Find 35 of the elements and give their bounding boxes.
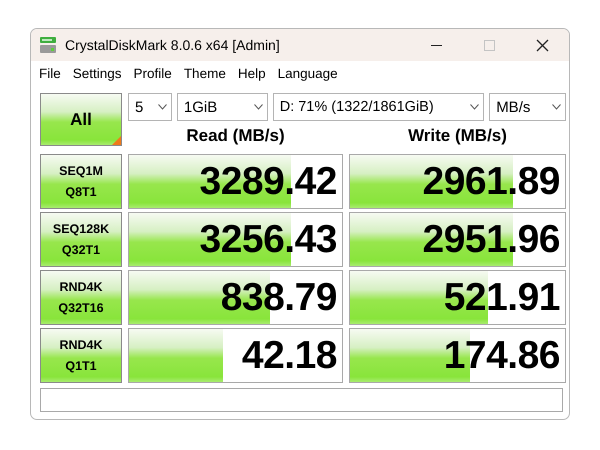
dropdown[interactable]: D: 71% (1322/1861GiB) [272, 93, 484, 121]
menu-item[interactable]: Language [272, 66, 344, 81]
menu-item[interactable]: Theme [178, 66, 232, 81]
comment-field[interactable] [40, 388, 563, 412]
disk-icon [39, 36, 57, 54]
menu-item[interactable]: Settings [66, 66, 128, 81]
window-title: CrystalDiskMark 8.0.6 x64 [Admin] [65, 37, 281, 53]
column-header: Write (MB/s) [407, 126, 508, 146]
chevron-down-icon [552, 104, 562, 110]
result-value: 2951.96 [422, 217, 561, 263]
chevron-down-icon [158, 104, 167, 110]
all-button[interactable]: All [40, 93, 122, 146]
test-button[interactable]: RND4K Q32T16 [40, 270, 122, 325]
test-button[interactable]: SEQ128K Q32T1 [40, 212, 122, 267]
result-value: 174.86 [442, 333, 561, 379]
chevron-down-icon [254, 104, 263, 110]
column-header: Read (MB/s) [185, 126, 286, 146]
menu-item[interactable]: Help [232, 66, 272, 81]
dropdown[interactable]: 5 [128, 93, 172, 121]
dropdown[interactable]: 1GiB [176, 93, 268, 121]
dropdown[interactable]: MB/s [489, 93, 566, 121]
result-value: 838.79 [220, 275, 338, 321]
result-value: 3289.42 [198, 159, 338, 205]
corner-icon [112, 136, 121, 145]
result-value: 42.18 [240, 333, 338, 379]
test-button[interactable]: SEQ1M Q8T1 [40, 154, 122, 209]
result-value: 521.91 [442, 275, 561, 321]
result-value: 2961.89 [422, 159, 561, 205]
chevron-down-icon [470, 104, 480, 110]
menu-item[interactable]: File [33, 66, 67, 81]
close-icon [536, 38, 549, 52]
test-button[interactable]: RND4K Q1T1 [40, 328, 122, 383]
menu-item[interactable]: Profile [128, 66, 178, 81]
result-value: 3256.43 [198, 217, 338, 263]
maximize-icon [484, 40, 495, 50]
